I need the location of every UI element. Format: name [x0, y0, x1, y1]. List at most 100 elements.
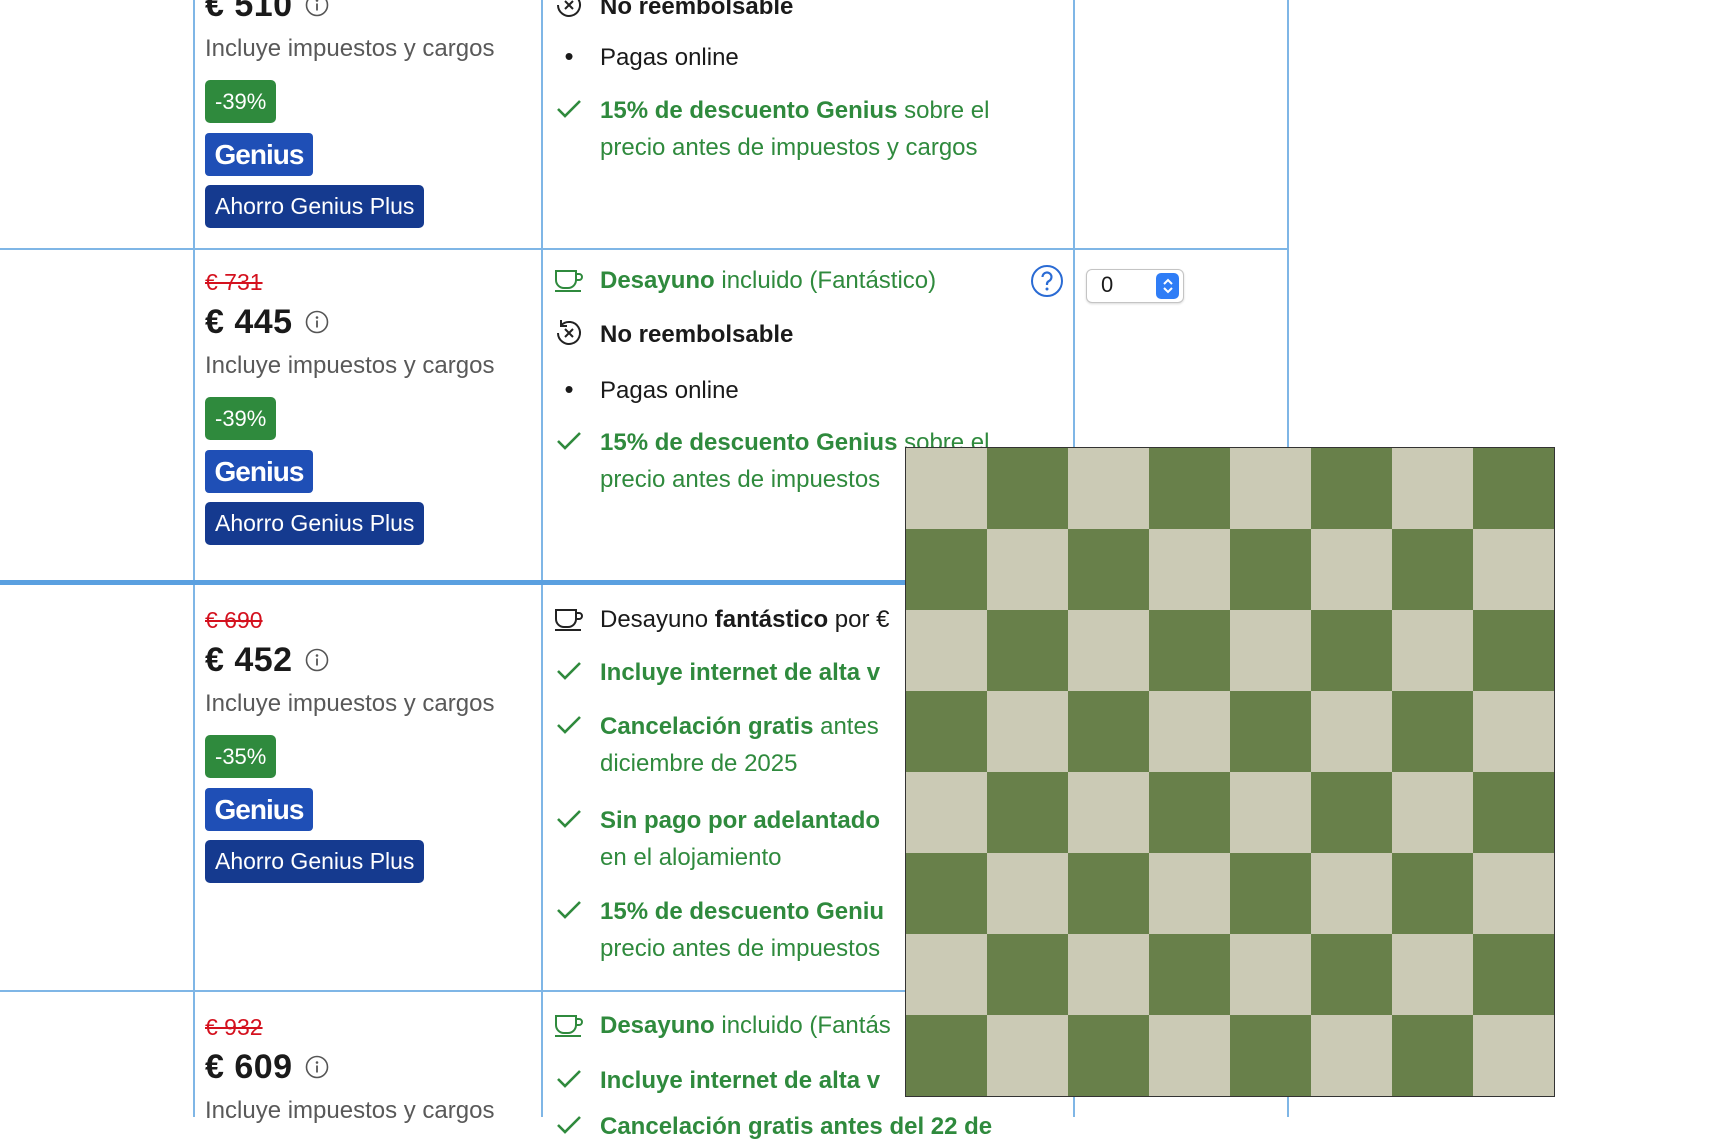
checker-square — [1473, 1015, 1554, 1096]
column-divider-1 — [193, 0, 195, 1117]
genius-badge: Genius — [205, 788, 313, 831]
info-icon[interactable] — [305, 0, 329, 17]
condition-refund: No reembolsable — [552, 316, 1072, 353]
condition-payment: • Pagas online — [552, 372, 1072, 409]
checker-square — [906, 610, 987, 691]
room-quantity-select[interactable]: 0 — [1086, 269, 1184, 303]
check-icon — [552, 802, 586, 836]
checker-square — [987, 1015, 1068, 1096]
checker-square — [1392, 772, 1473, 853]
check-icon — [552, 92, 586, 126]
coffee-cup-icon — [552, 601, 586, 635]
current-price: € 510 — [205, 0, 293, 24]
checker-square — [906, 529, 987, 610]
checkerboard-overlay — [905, 447, 1555, 1097]
check-icon — [552, 893, 586, 927]
genius-plus-badge: Ahorro Genius Plus — [205, 840, 425, 883]
info-icon[interactable] — [305, 648, 329, 672]
checker-square — [1068, 934, 1149, 1015]
check-icon — [552, 708, 586, 742]
checker-square — [1068, 853, 1149, 934]
checker-square — [1149, 772, 1230, 853]
checker-square — [1311, 610, 1392, 691]
checker-square — [1311, 691, 1392, 772]
checker-square — [1473, 934, 1554, 1015]
bullet-icon: • — [564, 40, 574, 71]
checker-square — [1473, 448, 1554, 529]
genius-plus-badge: Ahorro Genius Plus — [205, 185, 425, 228]
genius-plus-badge: Ahorro Genius Plus — [205, 502, 425, 545]
checker-square — [987, 691, 1068, 772]
check-icon — [552, 654, 586, 688]
checker-square — [1230, 772, 1311, 853]
original-price: € 932 — [205, 1014, 263, 1040]
taxes-note: Incluye impuestos y cargos — [205, 352, 495, 379]
checker-square — [1311, 772, 1392, 853]
checker-square — [1149, 529, 1230, 610]
condition-refund: No reembolsable — [552, 0, 1072, 25]
checker-square — [987, 610, 1068, 691]
checker-square — [1473, 691, 1554, 772]
no-refund-icon — [552, 316, 586, 350]
checker-square — [1230, 691, 1311, 772]
row-divider-1 — [0, 248, 1289, 250]
checker-square — [1149, 934, 1230, 1015]
checker-square — [1230, 448, 1311, 529]
checker-square — [1473, 529, 1554, 610]
condition-free-cancellation: Cancelación gratis antes del 22 de — [552, 1108, 1072, 1145]
info-icon[interactable] — [305, 1055, 329, 1079]
price-block: € 510 Incluye impuestos y cargos -39% Ge… — [205, 0, 535, 228]
info-icon[interactable] — [305, 310, 329, 334]
coffee-cup-icon — [552, 262, 586, 296]
checker-square — [1068, 529, 1149, 610]
checker-square — [1149, 853, 1230, 934]
checker-square — [1068, 610, 1149, 691]
checker-square — [1149, 610, 1230, 691]
help-question-icon[interactable] — [1030, 264, 1064, 298]
checker-square — [1392, 529, 1473, 610]
check-icon — [552, 1062, 586, 1096]
checker-square — [1230, 934, 1311, 1015]
checker-square — [987, 772, 1068, 853]
discount-badge: -39% — [205, 80, 277, 123]
checker-square — [906, 934, 987, 1015]
coffee-cup-icon — [552, 1007, 586, 1041]
checker-square — [1392, 448, 1473, 529]
discount-badge: -35% — [205, 735, 277, 778]
checker-square — [1230, 853, 1311, 934]
checker-square — [987, 934, 1068, 1015]
checker-square — [1392, 934, 1473, 1015]
discount-badge: -39% — [205, 397, 277, 440]
checker-square — [1230, 610, 1311, 691]
column-divider-2 — [541, 0, 543, 1117]
checker-square — [1473, 772, 1554, 853]
current-price: € 452 — [205, 640, 293, 679]
original-price: € 690 — [205, 607, 263, 633]
checker-square — [1392, 691, 1473, 772]
checker-square — [1068, 772, 1149, 853]
checker-square — [906, 1015, 987, 1096]
checker-square — [987, 853, 1068, 934]
original-price: € 731 — [205, 269, 263, 295]
checker-square — [1068, 1015, 1149, 1096]
price-block: € 932 € 609 Incluye impuestos y cargos — [205, 1012, 535, 1130]
checker-square — [1068, 691, 1149, 772]
checker-square — [1392, 853, 1473, 934]
current-price: € 445 — [205, 302, 293, 341]
checker-square — [906, 772, 987, 853]
checker-square — [1392, 610, 1473, 691]
checker-square — [1149, 691, 1230, 772]
taxes-note: Incluye impuestos y cargos — [205, 35, 495, 62]
no-refund-icon — [552, 0, 586, 22]
checker-square — [906, 448, 987, 529]
checker-square — [1149, 448, 1230, 529]
checker-square — [1311, 853, 1392, 934]
checker-square — [1311, 529, 1392, 610]
condition-genius: 15% de descuento Genius sobre el precio a… — [552, 92, 1072, 166]
genius-badge: Genius — [205, 133, 313, 176]
taxes-note: Incluye impuestos y cargos — [205, 1097, 495, 1124]
checker-square — [906, 691, 987, 772]
checker-square — [1311, 934, 1392, 1015]
bullet-icon: • — [564, 373, 574, 404]
checker-square — [987, 448, 1068, 529]
